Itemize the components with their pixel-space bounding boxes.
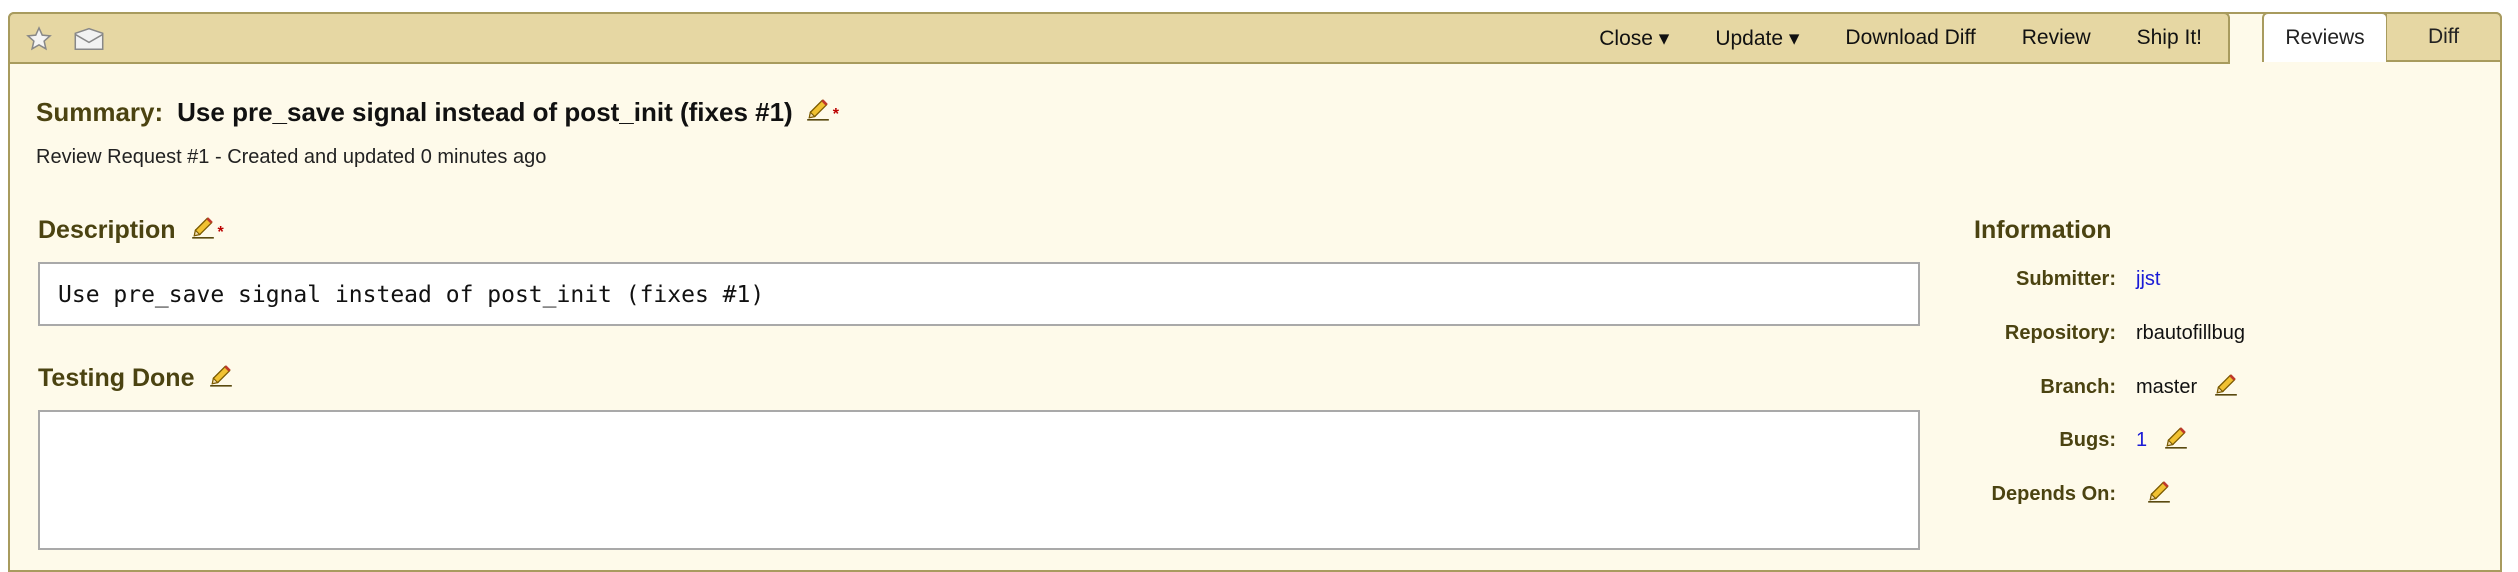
download-diff-link[interactable]: Download Diff <box>1845 26 1975 50</box>
pencil-icon[interactable] <box>2146 478 2172 510</box>
pencil-icon[interactable] <box>208 362 234 395</box>
close-menu[interactable]: Close ▾ <box>1599 26 1669 51</box>
repository-label: Repository: <box>2004 321 2116 344</box>
review-actions: Close ▾ Update ▾ Download Diff Review Sh… <box>1576 14 2228 62</box>
branch-label: Branch: <box>2040 375 2116 398</box>
info-row-bugs: Bugs: 1 <box>1974 425 2494 455</box>
pencil-icon[interactable] <box>190 214 216 247</box>
info-row-repository: Repository: rbautofillbug <box>1974 318 2494 348</box>
ship-it-button[interactable]: Ship It! <box>2137 26 2202 50</box>
description-text: Use pre_save signal instead of post_init… <box>58 282 765 308</box>
pencil-icon[interactable] <box>805 96 831 129</box>
bugs-label: Bugs: <box>2059 428 2116 451</box>
review-request-subtitle: Review Request #1 - Created and updated … <box>36 146 547 168</box>
pencil-icon[interactable] <box>2163 424 2189 456</box>
tab-reviews[interactable]: Reviews <box>2262 12 2388 62</box>
summary-row: Summary: Use pre_save signal instead of … <box>36 96 839 129</box>
tab-diff[interactable]: Diff <box>2386 12 2502 62</box>
review-request-toolbar: Close ▾ Update ▾ Download Diff Review Sh… <box>8 12 2230 64</box>
info-row-submitter: Submitter: jjst <box>1974 264 2494 294</box>
info-row-branch: Branch: master <box>1974 372 2494 402</box>
submitter-link[interactable]: jjst <box>2136 268 2160 291</box>
summary-label: Summary: <box>36 97 164 127</box>
review-button[interactable]: Review <box>2022 26 2091 50</box>
branch-value: master <box>2136 375 2198 398</box>
repository-value: rbautofillbug <box>2136 321 2245 344</box>
description-heading: Description <box>38 216 176 244</box>
description-heading-row: Description * <box>38 214 224 247</box>
info-row-depends-on: Depends On: <box>1974 479 2494 509</box>
information-heading: Information <box>1974 216 2112 244</box>
required-marker: * <box>832 105 839 123</box>
description-field[interactable]: Use pre_save signal instead of post_init… <box>38 262 1920 326</box>
depends-on-label: Depends On: <box>1991 482 2116 505</box>
update-menu[interactable]: Update ▾ <box>1715 26 1799 51</box>
pencil-icon[interactable] <box>2213 371 2239 403</box>
summary-value: Use pre_save signal instead of post_init… <box>177 97 793 127</box>
submitter-label: Submitter: <box>2016 267 2116 290</box>
required-marker: * <box>217 223 224 241</box>
testing-done-heading-row: Testing Done <box>38 362 234 395</box>
testing-done-heading: Testing Done <box>38 364 195 392</box>
testing-done-field[interactable] <box>38 410 1920 550</box>
mail-icon[interactable] <box>72 24 106 54</box>
bug-link[interactable]: 1 <box>2136 429 2147 452</box>
star-icon[interactable] <box>22 24 56 54</box>
